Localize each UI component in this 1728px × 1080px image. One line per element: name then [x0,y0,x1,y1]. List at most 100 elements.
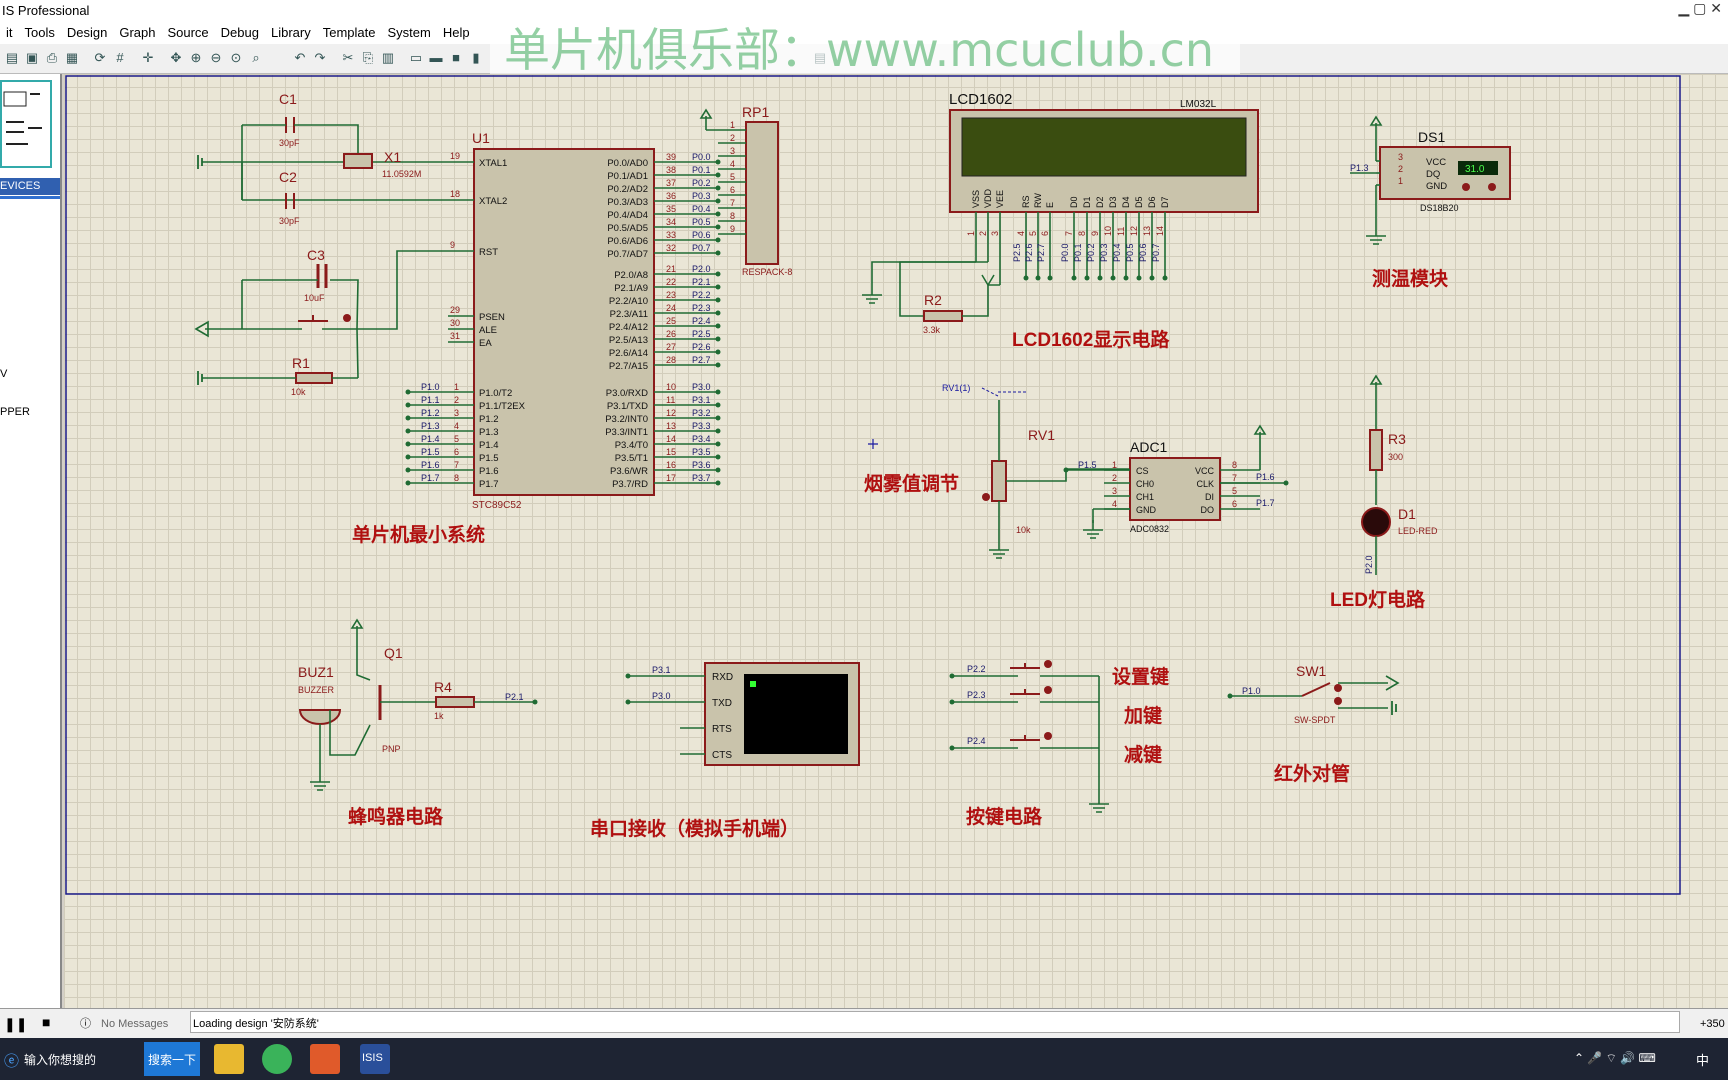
u1-pin-num: 34 [666,217,676,227]
adc-pin-num: 5 [1232,486,1237,496]
overview-preview[interactable] [0,80,52,168]
zoom-all-icon[interactable]: ⊙ [228,50,244,66]
block-copy-icon[interactable]: ▭ [408,50,424,66]
c1-ref: C1 [279,91,297,107]
menu-item-source[interactable]: Source [161,22,214,40]
sw1-dot [1334,697,1342,705]
r3-body [1369,429,1383,471]
u1-pin-name: P3.1/TXD [607,401,648,412]
menu-item-graph[interactable]: Graph [113,22,161,40]
device-item-pper[interactable]: PPER [0,406,30,418]
schematic-canvas[interactable]: U1 STC89C52 19 XTAL1 18 XTAL2 9 RST 29 PSEN 30 ALE 3… [64,74,1728,1008]
ground-symbol [197,371,203,385]
menu-item-debug[interactable]: Debug [215,22,265,40]
junction [1162,275,1168,281]
office-app-icon[interactable] [310,1044,340,1074]
cut-icon[interactable]: ✂ [340,50,356,66]
isis-app-icon[interactable]: ISIS [360,1044,390,1074]
rp1-ref: RP1 [742,104,769,120]
net-label: P0.7 [1151,243,1161,262]
block-rotate-icon[interactable]: ■ [448,50,464,66]
junction [715,185,721,191]
label-keys: 按键电路 [966,805,1043,828]
net-label: P2.6 [1024,243,1034,262]
u1-pin-name: P1.3 [479,427,499,438]
key-button [1010,689,1040,695]
zoom-in-icon[interactable]: ⊕ [188,50,204,66]
serial-pin-name: RXD [712,672,733,683]
menu-item-help[interactable]: Help [437,22,476,40]
u1-pin-name: P1.5 [479,453,499,464]
cursor-cross [868,439,878,449]
zoom-area-icon[interactable]: ⌕ [248,50,264,66]
grid-icon[interactable]: # [112,50,128,66]
rv1-body [991,460,1007,502]
menu-item-design[interactable]: Design [61,22,113,40]
pan-icon[interactable]: ✥ [168,50,184,66]
undo-icon[interactable]: ↶ [292,50,308,66]
device-list-selection[interactable] [0,196,60,199]
u1-pin-name: P0.3/AD3 [607,197,648,208]
redo-icon[interactable]: ↷ [312,50,328,66]
u1-pin-name: P2.4/A12 [609,322,648,333]
rv1-val: 10k [1016,525,1031,535]
wire [899,261,988,317]
label-smoke: 烟雾值调节 [864,472,959,495]
save-icon[interactable]: ▣ [24,50,40,66]
messages-count[interactable]: No Messages [101,1018,168,1030]
ground-symbol [197,155,203,169]
block-move-icon[interactable]: ▬ [428,50,444,66]
u1-pin-name: ALE [479,325,497,336]
device-item-v[interactable]: V [0,368,7,380]
u1-pin-num: 28 [666,355,676,365]
menu-item-tools[interactable]: Tools [19,22,61,40]
label-ir: 红外对管 [1274,762,1350,785]
block-delete-icon[interactable]: ▮ [468,50,484,66]
menu-item-it[interactable]: it [0,22,19,40]
x1-ref: X1 [384,149,401,165]
open-icon[interactable]: ▤ [4,50,20,66]
tray-icons[interactable]: ⌃ 🎤 ⌔ 🔊 ⌨ [1574,1051,1656,1066]
watermark: 单片机俱乐部：www.mcuclub.cn [490,10,1240,82]
pause-icon[interactable]: ❚❚ [4,1016,27,1033]
lcd-pin-num: 9 [1090,231,1100,236]
browser-app-icon[interactable] [262,1044,292,1074]
zoom-out-icon[interactable]: ⊖ [208,50,224,66]
u1-pin-num: 16 [666,460,676,470]
taskbar-search-input[interactable]: 输入你想搜的 [24,1051,96,1068]
origin-icon[interactable]: ✛ [140,50,156,66]
taskbar-search-button[interactable]: 搜索一下 [144,1042,200,1076]
net-label: P1.7 [421,473,440,483]
paste-icon[interactable]: ▥ [380,50,396,66]
window-controls[interactable]: ▁ ▢ ✕ [1678,0,1722,17]
page-icon[interactable]: ▦ [64,50,80,66]
u1-pin-num: 27 [666,342,676,352]
net-label: P2.7 [1036,243,1046,262]
file-explorer-icon[interactable] [214,1044,244,1074]
ds1-pin-num: 3 [1398,152,1403,162]
menu-item-template[interactable]: Template [317,22,382,40]
adc-pin-num: 7 [1232,473,1237,483]
net-label: P1.0 [421,382,440,392]
r3-val: 300 [1388,452,1403,462]
lcd-pin-num: 14 [1155,226,1165,236]
u1-pin-name: P0.4/AD4 [607,210,648,221]
adc-part: ADC0832 [1130,524,1169,534]
net-label: P0.6 [692,230,711,240]
r4-body [435,696,475,708]
junction [715,349,721,355]
browser-icon[interactable]: ⓔ [4,1050,19,1071]
u1-pin-name: P0.6/AD6 [607,236,648,247]
refresh-icon[interactable]: ⟳ [92,50,108,66]
print-icon[interactable]: ⎙ [44,50,60,66]
net-label: P0.5 [692,217,711,227]
c1-val: 30pF [279,138,300,148]
u1-pin-name: P3.5/T1 [615,453,648,464]
r1-ref: R1 [292,355,310,371]
menu-item-system[interactable]: System [381,22,436,40]
ime-indicator[interactable]: 中 [1696,1050,1709,1069]
copy-icon[interactable]: ⎘ [360,50,376,66]
stop-icon[interactable]: ■ [42,1014,50,1030]
net-label: P1.6 [421,460,440,470]
menu-item-library[interactable]: Library [265,22,317,40]
